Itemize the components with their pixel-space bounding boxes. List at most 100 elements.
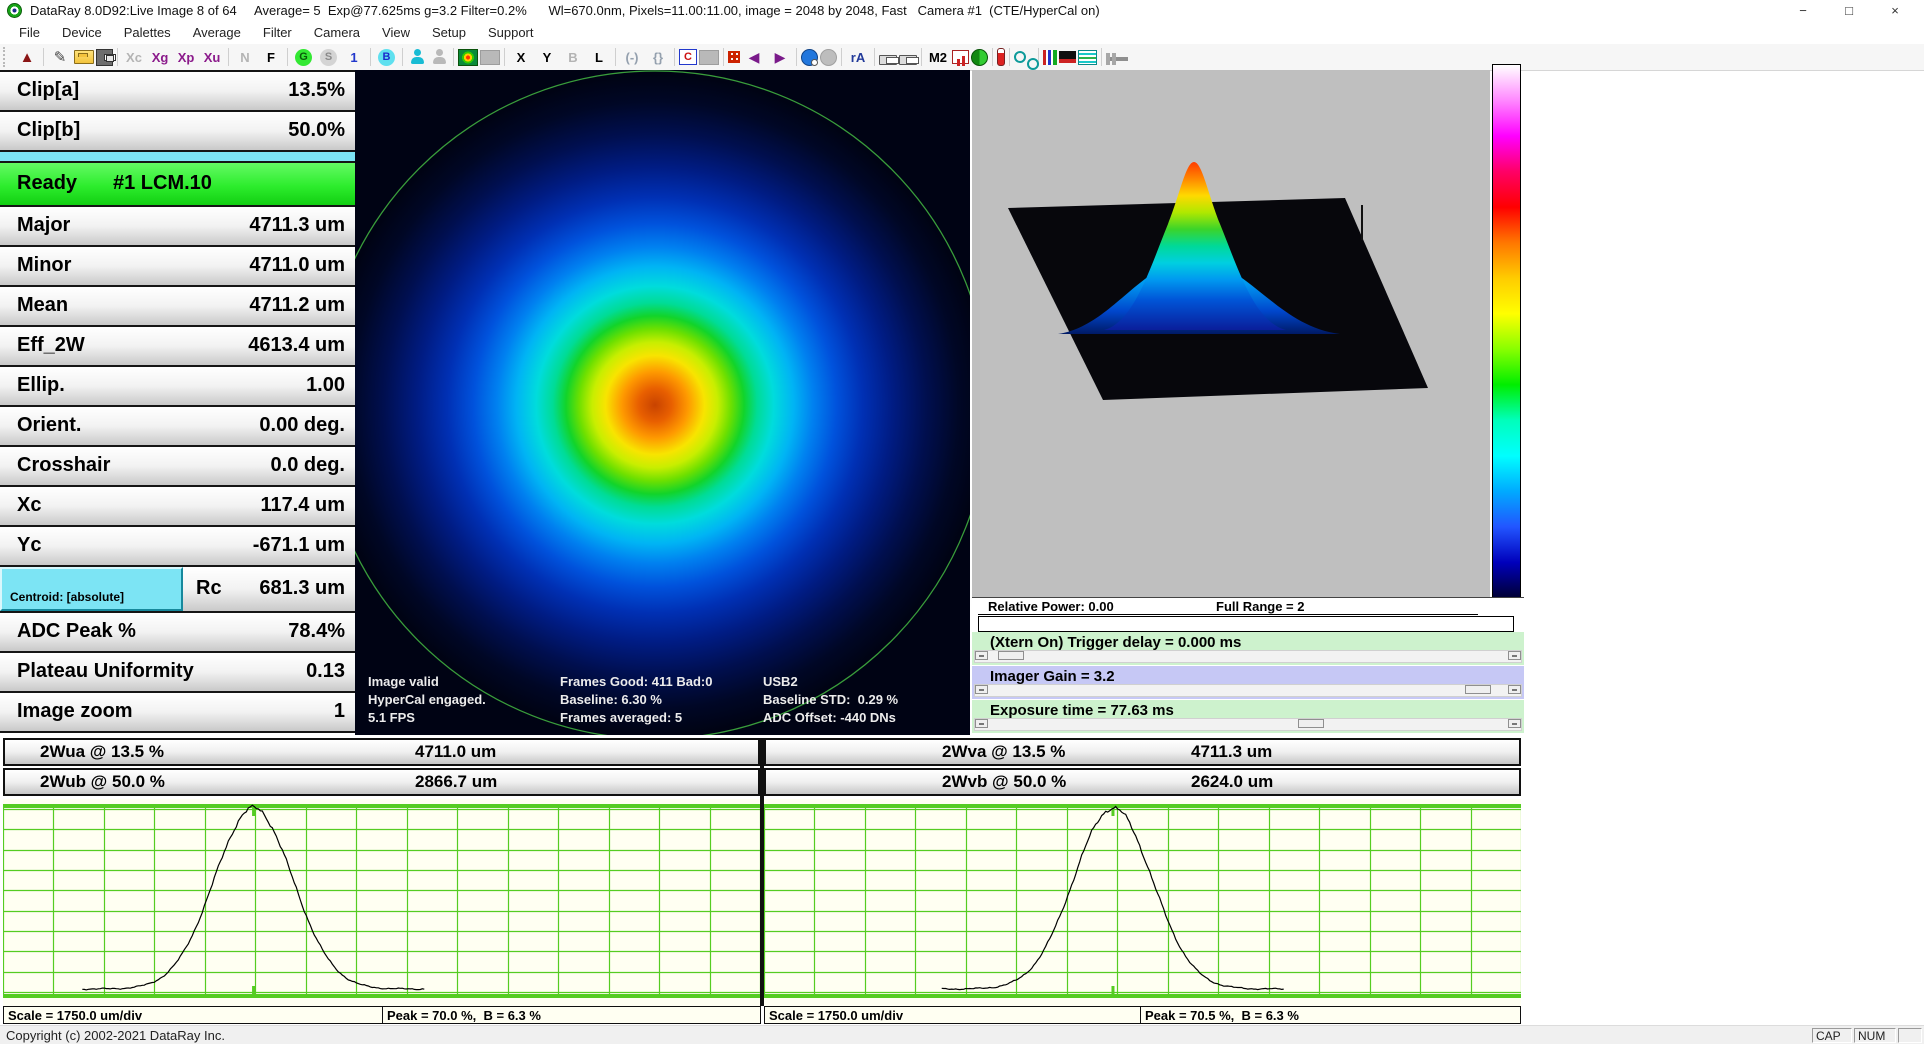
metric-value: 4711.0 um bbox=[249, 254, 345, 277]
next-arrow-icon[interactable]: ▶ bbox=[768, 46, 792, 68]
pencil-icon[interactable]: ✎ bbox=[48, 46, 72, 68]
metric-orient[interactable]: Orient.0.00 deg. bbox=[0, 407, 355, 447]
menu-filter[interactable]: Filter bbox=[252, 22, 303, 44]
pin-right-icon[interactable] bbox=[1112, 53, 1116, 65]
chart-icon[interactable] bbox=[952, 50, 969, 64]
xg-button[interactable]: Xg bbox=[148, 46, 172, 68]
trigger-delay-slider-inc-button[interactable] bbox=[1508, 651, 1521, 660]
exposure-time-slider[interactable] bbox=[974, 718, 1522, 731]
y-profile-button[interactable]: Y bbox=[535, 46, 559, 68]
person-inactive-icon[interactable] bbox=[429, 47, 449, 67]
single-frame-button[interactable]: 1 bbox=[342, 46, 366, 68]
metric-mean[interactable]: Mean4711.2 um bbox=[0, 287, 355, 327]
metric-ellip[interactable]: Ellip.1.00 bbox=[0, 367, 355, 407]
header-2wua[interactable]: 2Wua @ 13.5 % 4711.0 um bbox=[3, 738, 760, 766]
metric-plateau-uniformity[interactable]: Plateau Uniformity0.13 bbox=[0, 653, 355, 693]
metric-eff-2w[interactable]: Eff_2W4613.4 um bbox=[0, 327, 355, 367]
exposure-time-slider-dec-button[interactable] bbox=[975, 719, 988, 728]
header-2wvb[interactable]: 2Wvb @ 50.0 % 2624.0 um bbox=[764, 768, 1521, 796]
u-profile-plot[interactable] bbox=[3, 799, 760, 1006]
menu-device[interactable]: Device bbox=[51, 22, 113, 44]
centroid-mode-button[interactable]: Centroid: [absolute] bbox=[0, 567, 183, 611]
l-profile-button[interactable]: L bbox=[587, 46, 611, 68]
wave-icon[interactable] bbox=[1078, 50, 1097, 65]
gray-ball-icon[interactable] bbox=[820, 49, 837, 66]
menu-view[interactable]: View bbox=[371, 22, 421, 44]
trigger-delay-slider[interactable] bbox=[974, 650, 1522, 663]
toolbar-grip[interactable] bbox=[3, 47, 11, 67]
n-button[interactable]: N bbox=[233, 46, 257, 68]
metric-crosshair[interactable]: Crosshair0.0 deg. bbox=[0, 447, 355, 487]
palette-icon[interactable] bbox=[1059, 51, 1076, 63]
glasses-icon[interactable] bbox=[1014, 51, 1026, 63]
annotate-target-icon[interactable] bbox=[801, 49, 818, 66]
header-2wva[interactable]: 2Wva @ 13.5 % 4711.3 um bbox=[764, 738, 1521, 766]
metric-xc[interactable]: Xc117.4 um bbox=[0, 487, 355, 527]
trigger-delay-slider-thumb[interactable] bbox=[998, 651, 1024, 660]
metric-minor[interactable]: Minor4711.0 um bbox=[0, 247, 355, 287]
imager-gain-slider-thumb[interactable] bbox=[1465, 685, 1491, 694]
blank-display-icon[interactable] bbox=[480, 50, 500, 65]
brace-button[interactable]: {} bbox=[646, 46, 670, 68]
xu-button[interactable]: Xu bbox=[200, 46, 224, 68]
v-profile-plot[interactable] bbox=[764, 799, 1521, 1006]
metric-major[interactable]: Major4711.3 um bbox=[0, 207, 355, 247]
thermometer-icon[interactable] bbox=[997, 48, 1005, 66]
exposure-time-slider-inc-button[interactable] bbox=[1508, 719, 1521, 728]
menu-support[interactable]: Support bbox=[477, 22, 545, 44]
menu-average[interactable]: Average bbox=[182, 22, 252, 44]
paren-button[interactable]: (-) bbox=[620, 46, 644, 68]
m2-button[interactable]: M2 bbox=[926, 46, 950, 68]
metric-clip-b[interactable]: Clip[b]50.0% bbox=[0, 112, 355, 152]
toolbar-separator bbox=[453, 48, 454, 66]
capture-logo-icon[interactable]: C bbox=[679, 49, 697, 65]
beam-display-icon[interactable] bbox=[458, 49, 478, 66]
metric-label: Crosshair bbox=[17, 454, 110, 477]
frames-status-text: Frames Good: 411 Bad:0Baseline: 6.30 %Fr… bbox=[560, 673, 712, 727]
menu-palettes[interactable]: Palettes bbox=[113, 22, 182, 44]
print-icon[interactable] bbox=[879, 55, 897, 65]
metric-image-zoom[interactable]: Image zoom1 bbox=[0, 693, 355, 733]
stop-button[interactable]: S bbox=[320, 49, 337, 66]
open-folder-icon[interactable] bbox=[74, 50, 94, 64]
b-profile-button[interactable]: B bbox=[561, 46, 585, 68]
stats-icon[interactable] bbox=[971, 49, 988, 66]
menu-setup[interactable]: Setup bbox=[421, 22, 477, 44]
menu-camera[interactable]: Camera bbox=[303, 22, 371, 44]
imager-gain-slider[interactable] bbox=[974, 684, 1522, 697]
beam-3d-view[interactable] bbox=[972, 70, 1490, 597]
restore-button[interactable]: □ bbox=[1826, 0, 1872, 22]
prev-arrow-icon[interactable]: ◀ bbox=[742, 46, 766, 68]
copyright-text: Copyright (c) 2002-2021 DataRay Inc. bbox=[6, 1028, 225, 1043]
minimize-button[interactable]: − bbox=[1780, 0, 1826, 22]
b-run-button[interactable]: B bbox=[378, 49, 395, 66]
go-button[interactable]: G bbox=[295, 49, 312, 66]
x-profile-button[interactable]: X bbox=[509, 46, 533, 68]
f-button[interactable]: F bbox=[259, 46, 283, 68]
xc-button[interactable]: Xc bbox=[122, 46, 146, 68]
pin-left-icon[interactable] bbox=[1106, 53, 1110, 65]
metric-clip-a[interactable]: Clip[a]13.5% bbox=[0, 72, 355, 112]
imager-gain-slider-dec-button[interactable] bbox=[975, 685, 988, 694]
status-ready-row[interactable]: Ready#1 LCM.10 bbox=[0, 163, 355, 207]
send-icon[interactable]: ▲ bbox=[15, 46, 39, 68]
imager-gain-slider-inc-button[interactable] bbox=[1508, 685, 1521, 694]
exposure-time-slider-thumb[interactable] bbox=[1298, 719, 1324, 728]
trigger-delay-slider-dec-button[interactable] bbox=[975, 651, 988, 660]
xp-button[interactable]: Xp bbox=[174, 46, 198, 68]
person-active-icon[interactable] bbox=[407, 47, 427, 67]
close-button[interactable]: × bbox=[1872, 0, 1918, 22]
beam-image-view[interactable]: Image validHyperCal engaged.5.1 FPS Fram… bbox=[355, 70, 970, 735]
metric-adc-peak[interactable]: ADC Peak %78.4% bbox=[0, 613, 355, 653]
grid-icon[interactable] bbox=[728, 51, 740, 63]
blank-square-icon[interactable] bbox=[699, 50, 719, 65]
metric-yc[interactable]: Yc-671.1 um bbox=[0, 527, 355, 567]
ra-button[interactable]: rA bbox=[846, 46, 870, 68]
header-value: 4711.3 um bbox=[1191, 742, 1272, 762]
rgb-bars-icon[interactable] bbox=[1043, 50, 1057, 65]
header-2wub[interactable]: 2Wub @ 50.0 % 2866.7 um bbox=[3, 768, 760, 796]
print-preview-icon[interactable] bbox=[899, 55, 917, 65]
menu-file[interactable]: File bbox=[8, 22, 51, 44]
metric-label: Xc bbox=[17, 494, 41, 517]
save-icon[interactable] bbox=[96, 49, 113, 66]
